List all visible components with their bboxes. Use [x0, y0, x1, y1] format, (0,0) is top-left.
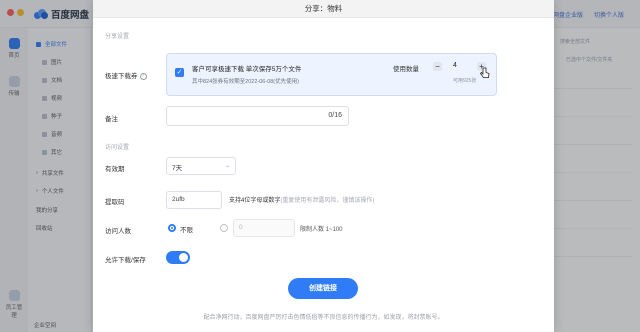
validity-label: 有效期 — [105, 166, 125, 173]
allow-download-toggle[interactable] — [166, 251, 190, 264]
visitors-unlimited-radio[interactable] — [168, 224, 176, 232]
speed-coupon-expiry: 其中824张券有效期至2022-06-08(优先使用) — [192, 79, 299, 85]
visitors-unlimited-label[interactable]: 不限 — [180, 224, 193, 234]
extract-code-warning: (重复使用有泄露风险，谨慎该操作) — [280, 198, 375, 204]
visitors-label: 访问人数 — [105, 228, 131, 235]
help-icon[interactable]: ? — [139, 72, 147, 80]
quantity-decrement-button[interactable]: − — [433, 62, 442, 71]
extract-code-hint: 支持4位字母或数字(重复使用有泄露风险，谨慎该操作) — [229, 195, 374, 204]
speed-coupon-label-text: 极速下载券 — [105, 73, 138, 80]
visitors-limit-range: 限制人数 1~100 — [300, 227, 343, 233]
extract-code-input[interactable]: 2ufb — [166, 191, 222, 209]
quantity-value[interactable]: 4 — [453, 62, 457, 69]
speed-coupon-label: 极速下载券? — [105, 70, 147, 80]
dialog-title: 分享：物料 — [93, 0, 554, 18]
note-input[interactable]: 0/16 — [166, 106, 349, 126]
visitors-limit-input[interactable]: 0 — [233, 219, 295, 237]
validity-select[interactable]: 7天 ⌄ — [166, 157, 236, 175]
chevron-down-icon: ⌄ — [224, 163, 230, 169]
note-label: 备注 — [105, 116, 118, 123]
extract-code-label: 提取码 — [105, 199, 125, 206]
visitors-limited-radio[interactable] — [220, 224, 228, 232]
allow-download-label: 允许下载/保存 — [105, 257, 146, 264]
policy-notice: 配合净网行动，百度网盘严厉打击色情低俗等不良信息的传播行为，如发现，将封禁账号。 — [203, 315, 444, 321]
section-access-settings: 访问设置 — [105, 145, 130, 151]
note-char-count: 0/16 — [328, 112, 342, 119]
speed-coupon-description: 客户可享极速下载 单次保存5万个文件 — [192, 66, 302, 73]
quantity-label: 使用数量 — [393, 66, 419, 73]
share-dialog: 分享：物料 分享设置 极速下载券? ✓ 客户可享极速下载 单次保存5万个文件 其… — [93, 0, 554, 332]
section-share-settings: 分享设置 — [105, 34, 130, 40]
hand-cursor-icon — [480, 67, 490, 78]
extract-code-hint-text: 支持4位字母或数字 — [229, 198, 281, 204]
speed-coupon-box: ✓ 客户可享极速下载 单次保存5万个文件 其中824张券有效期至2022-06-… — [166, 53, 497, 96]
available-count: 可用925张 — [453, 78, 477, 84]
create-link-button[interactable]: 创建链接 — [288, 278, 358, 299]
validity-value: 7天 — [172, 165, 183, 172]
speed-coupon-checkbox[interactable]: ✓ — [175, 68, 184, 77]
